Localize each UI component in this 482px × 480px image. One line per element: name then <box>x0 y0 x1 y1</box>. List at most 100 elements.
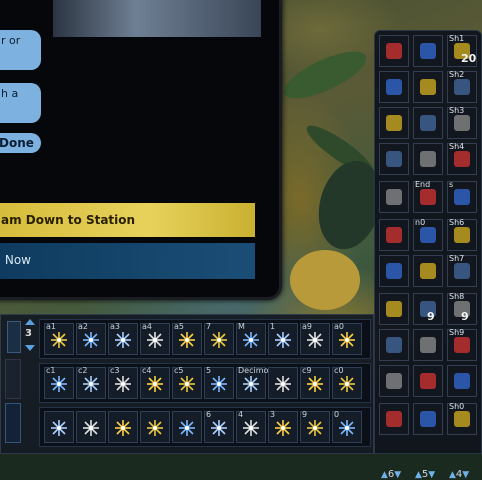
shortcut-slot[interactable] <box>379 143 409 175</box>
tray-row: c1 c2 c3 c4 c5 5 Decimo2 c9 c0 <box>39 363 371 403</box>
ability-slot[interactable]: 9 <box>300 411 330 443</box>
slot-keybind-label: c1 <box>46 366 56 375</box>
ability-slot[interactable]: c0 <box>332 367 362 399</box>
shortcut-slot[interactable] <box>447 365 477 397</box>
shortcut-label: Sh6 <box>449 218 465 227</box>
shortcut-slot[interactable] <box>379 293 409 325</box>
shortcut-icon <box>420 115 436 131</box>
ability-slot[interactable]: c2 <box>76 367 106 399</box>
shortcut-icon <box>386 115 402 131</box>
slot-keybind-label: a0 <box>334 322 344 331</box>
shortcut-slot[interactable] <box>379 181 409 213</box>
shortcut-icon <box>386 43 402 59</box>
shortcut-slot[interactable] <box>413 329 443 361</box>
shortcut-slot[interactable] <box>413 365 443 397</box>
shortcut-icon <box>386 411 402 427</box>
shortcut-slot[interactable] <box>413 35 443 67</box>
ability-slot[interactable]: Decimo2 <box>236 367 273 399</box>
shortcut-count: 9 <box>461 310 469 323</box>
ability-slot[interactable]: 4 <box>236 411 266 443</box>
shortcut-slot[interactable] <box>379 329 409 361</box>
ability-slot[interactable]: 1 <box>268 323 298 355</box>
shortcut-slot[interactable] <box>413 71 443 103</box>
ability-slot[interactable] <box>140 411 170 443</box>
tray-side-icon[interactable] <box>5 359 21 399</box>
shortcut-icon <box>420 227 436 243</box>
ability-slot[interactable]: 3 <box>268 411 298 443</box>
ability-slot[interactable]: 5 <box>204 367 234 399</box>
shortcut-slot[interactable] <box>379 403 409 435</box>
ability-slot[interactable]: c9 <box>300 367 330 399</box>
ability-slot[interactable] <box>268 367 298 399</box>
plant-leaf <box>290 250 360 310</box>
done-button[interactable]: Done <box>0 133 41 153</box>
ability-slot[interactable]: 7 <box>204 323 234 355</box>
shortcut-slot[interactable] <box>379 365 409 397</box>
ability-slot[interactable]: c1 <box>44 367 74 399</box>
npc-portrait <box>53 0 261 37</box>
slot-keybind-label: 7 <box>206 322 212 331</box>
ability-slot[interactable]: M <box>236 323 266 355</box>
shortcut-slot[interactable] <box>379 219 409 251</box>
shortcut-count: 20 <box>461 52 477 65</box>
slot-keybind-label: a4 <box>142 322 152 331</box>
ability-slot[interactable]: a3 <box>108 323 138 355</box>
slot-keybind-label: 1 <box>270 322 276 331</box>
done-label: Done <box>0 136 34 150</box>
ability-slot[interactable] <box>44 411 74 443</box>
ability-slot[interactable]: c3 <box>108 367 138 399</box>
dialog-option-1[interactable]: r or <box>0 30 41 70</box>
ability-slot[interactable] <box>172 411 202 443</box>
now-button[interactable]: : Now <box>0 243 255 279</box>
shortcut-slot[interactable] <box>379 255 409 287</box>
shortcut-slot[interactable] <box>413 403 443 435</box>
ability-slot[interactable]: a1 <box>44 323 74 355</box>
ability-slot[interactable] <box>76 411 106 443</box>
chevron-down-icon[interactable] <box>25 345 35 351</box>
now-label: : Now <box>0 253 31 267</box>
dialog-option-2[interactable]: h a <box>0 83 41 123</box>
slot-keybind-label: 4 <box>238 410 244 419</box>
shortcut-slot[interactable] <box>413 107 443 139</box>
beam-down-label: am Down to Station <box>1 213 136 227</box>
slot-keybind-label: 6 <box>206 410 212 419</box>
slot-keybind-label: a3 <box>110 322 120 331</box>
ability-slot[interactable]: a4 <box>140 323 170 355</box>
dialog-option-label: r or <box>1 34 21 47</box>
ability-slot[interactable]: a2 <box>76 323 106 355</box>
shortcut-slot[interactable] <box>413 255 443 287</box>
shortcut-label: s <box>449 180 454 189</box>
tray-alert-icon[interactable] <box>5 403 21 443</box>
ability-slot[interactable]: a0 <box>332 323 362 355</box>
slot-keybind-label: c5 <box>174 366 184 375</box>
beam-down-button[interactable]: am Down to Station <box>0 203 255 237</box>
shortcut-slot[interactable] <box>379 71 409 103</box>
ability-slot[interactable]: c4 <box>140 367 170 399</box>
footer-count-2: ▲5▼ <box>415 469 436 480</box>
shortcut-slot[interactable] <box>379 107 409 139</box>
ability-slot[interactable]: c5 <box>172 367 202 399</box>
shortcut-label: Sh9 <box>449 328 465 337</box>
shortcut-label: n0 <box>415 218 426 227</box>
ability-slot[interactable] <box>108 411 138 443</box>
shortcut-icon <box>386 151 402 167</box>
chevron-up-icon[interactable] <box>25 319 35 325</box>
dialog-option-label: h a <box>1 87 19 100</box>
shortcut-slot[interactable] <box>379 35 409 67</box>
shortcut-icon <box>386 263 402 279</box>
slot-keybind-label: c3 <box>110 366 120 375</box>
slot-keybind-label: a1 <box>46 322 56 331</box>
tray-row-controls: 3 <box>3 319 37 357</box>
dialog-window: r or h a Done am Down to Station : Now <box>0 0 282 300</box>
ability-slot[interactable]: a9 <box>300 323 330 355</box>
shortcut-slot[interactable] <box>413 143 443 175</box>
ability-slot[interactable]: 6 <box>204 411 234 443</box>
shortcut-icon <box>420 263 436 279</box>
ability-slot[interactable]: a5 <box>172 323 202 355</box>
shortcut-icon <box>454 411 470 427</box>
shortcut-icon <box>420 43 436 59</box>
tray-lock-icon[interactable] <box>7 321 21 353</box>
ability-slot[interactable]: 0 <box>332 411 362 443</box>
slot-keybind-label: a9 <box>302 322 312 331</box>
shortcut-icon <box>386 337 402 353</box>
